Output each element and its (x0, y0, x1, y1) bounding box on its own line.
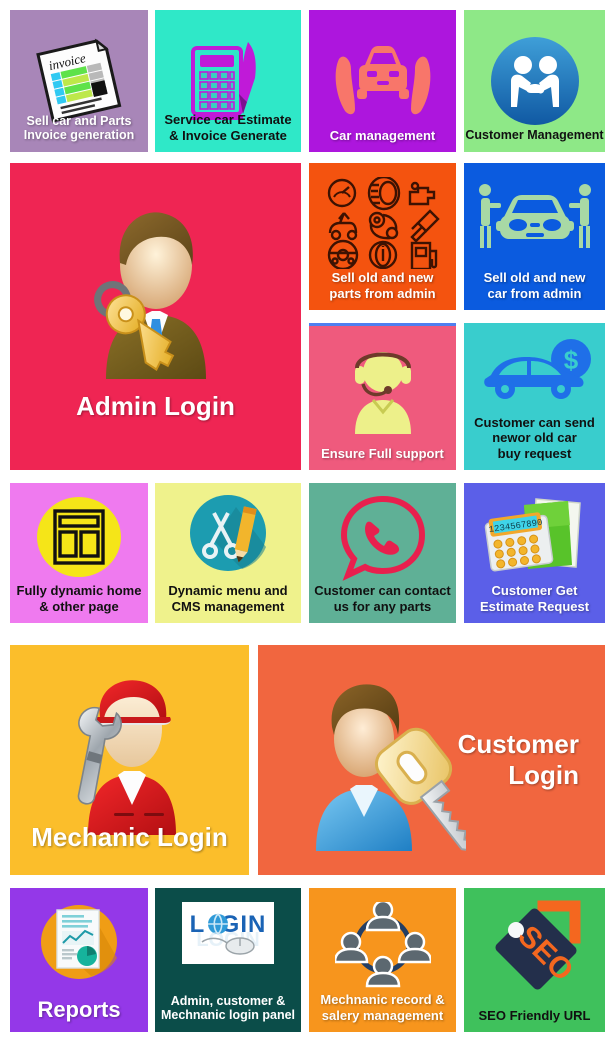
tile-reports[interactable]: Reports (10, 888, 148, 1032)
svg-text:L GIN: L GIN (190, 911, 267, 938)
tile-caption: Sell old and new parts from admin (329, 270, 436, 301)
tile-mechanic-login[interactable]: Mechanic Login (10, 645, 249, 875)
tile-caption: Admin Login (76, 391, 235, 422)
tile-caption: Customer Login (457, 729, 579, 790)
tile-car-management[interactable]: Car management (309, 10, 456, 152)
tile-caption: Mechanic Login (31, 822, 228, 853)
svg-text:SEO: SEO (511, 919, 579, 987)
tile-caption: Fully dynamic home & other page (16, 583, 142, 614)
tile-ensure-full-support[interactable]: Ensure Full support (309, 323, 456, 470)
tile-caption: Ensure Full support (321, 445, 444, 461)
svg-text:LOGIN: LOGIN (196, 929, 259, 951)
tile-caption: Customer Management (465, 128, 604, 143)
tile-dynamic-menu-cms[interactable]: Dynamic menu and CMS management (155, 483, 301, 623)
tile-caption: Customer Get Estimate Request (479, 583, 590, 614)
tile-seo-friendly-url[interactable]: SEO SEO Friendly URL (464, 888, 605, 1032)
tile-customer-login[interactable]: Customer Login (258, 645, 605, 875)
tile-caption: Car management (329, 127, 436, 143)
tile-customer-estimate-request[interactable]: 1234567890 Customer Get Estimate Request (464, 483, 605, 623)
tile-caption: Mechnanic record & salery management (320, 992, 445, 1023)
tile-caption: Customer can contact us for any parts (314, 583, 451, 614)
tile-sell-parts-from-admin[interactable]: Sell old and new parts from admin (309, 163, 456, 310)
tile-customer-contact-parts[interactable]: Customer can contact us for any parts (309, 483, 456, 623)
tile-fully-dynamic-home[interactable]: Fully dynamic home & other page (10, 483, 148, 623)
tile-caption: Customer can send newor old car buy requ… (474, 415, 595, 461)
tile-caption: Reports (37, 997, 121, 1023)
svg-text:$: $ (563, 345, 578, 375)
tile-admin-login[interactable]: Admin Login (10, 163, 301, 470)
tile-caption: Sell car and Parts Invoice generation (23, 113, 135, 143)
svg-text:invoice: invoice (47, 50, 87, 73)
tile-caption: Sell old and new car from admin (483, 270, 586, 301)
tile-caption: Admin, customer & Mechnanic login panel (160, 993, 296, 1023)
tile-login-panels[interactable]: L GIN LOGIN Admin, customer & Mechnanic … (155, 888, 301, 1032)
tile-customer-management[interactable]: Customer Management (464, 10, 605, 152)
tile-sell-car-from-admin[interactable]: Sell old and new car from admin (464, 163, 605, 310)
tile-sell-car-parts-invoice[interactable]: invoice Sell car and Parts Invoice gener… (10, 10, 148, 152)
tile-service-estimate-invoice[interactable]: Service car Estimate & Invoice Generate (155, 10, 301, 152)
feature-tile-board: invoice Sell car and Parts Invoice gener… (0, 0, 615, 1042)
tile-customer-car-buy-request[interactable]: $ Customer can send newor old car buy re… (464, 323, 605, 470)
tile-caption: Service car Estimate & Invoice Generate (164, 112, 292, 143)
tile-mechanic-record-salary[interactable]: Mechnanic record & salery management (309, 888, 456, 1032)
tile-caption: SEO Friendly URL (478, 1007, 591, 1023)
svg-text:1234567890: 1234567890 (488, 518, 543, 535)
tile-caption: Dynamic menu and CMS management (168, 583, 288, 614)
